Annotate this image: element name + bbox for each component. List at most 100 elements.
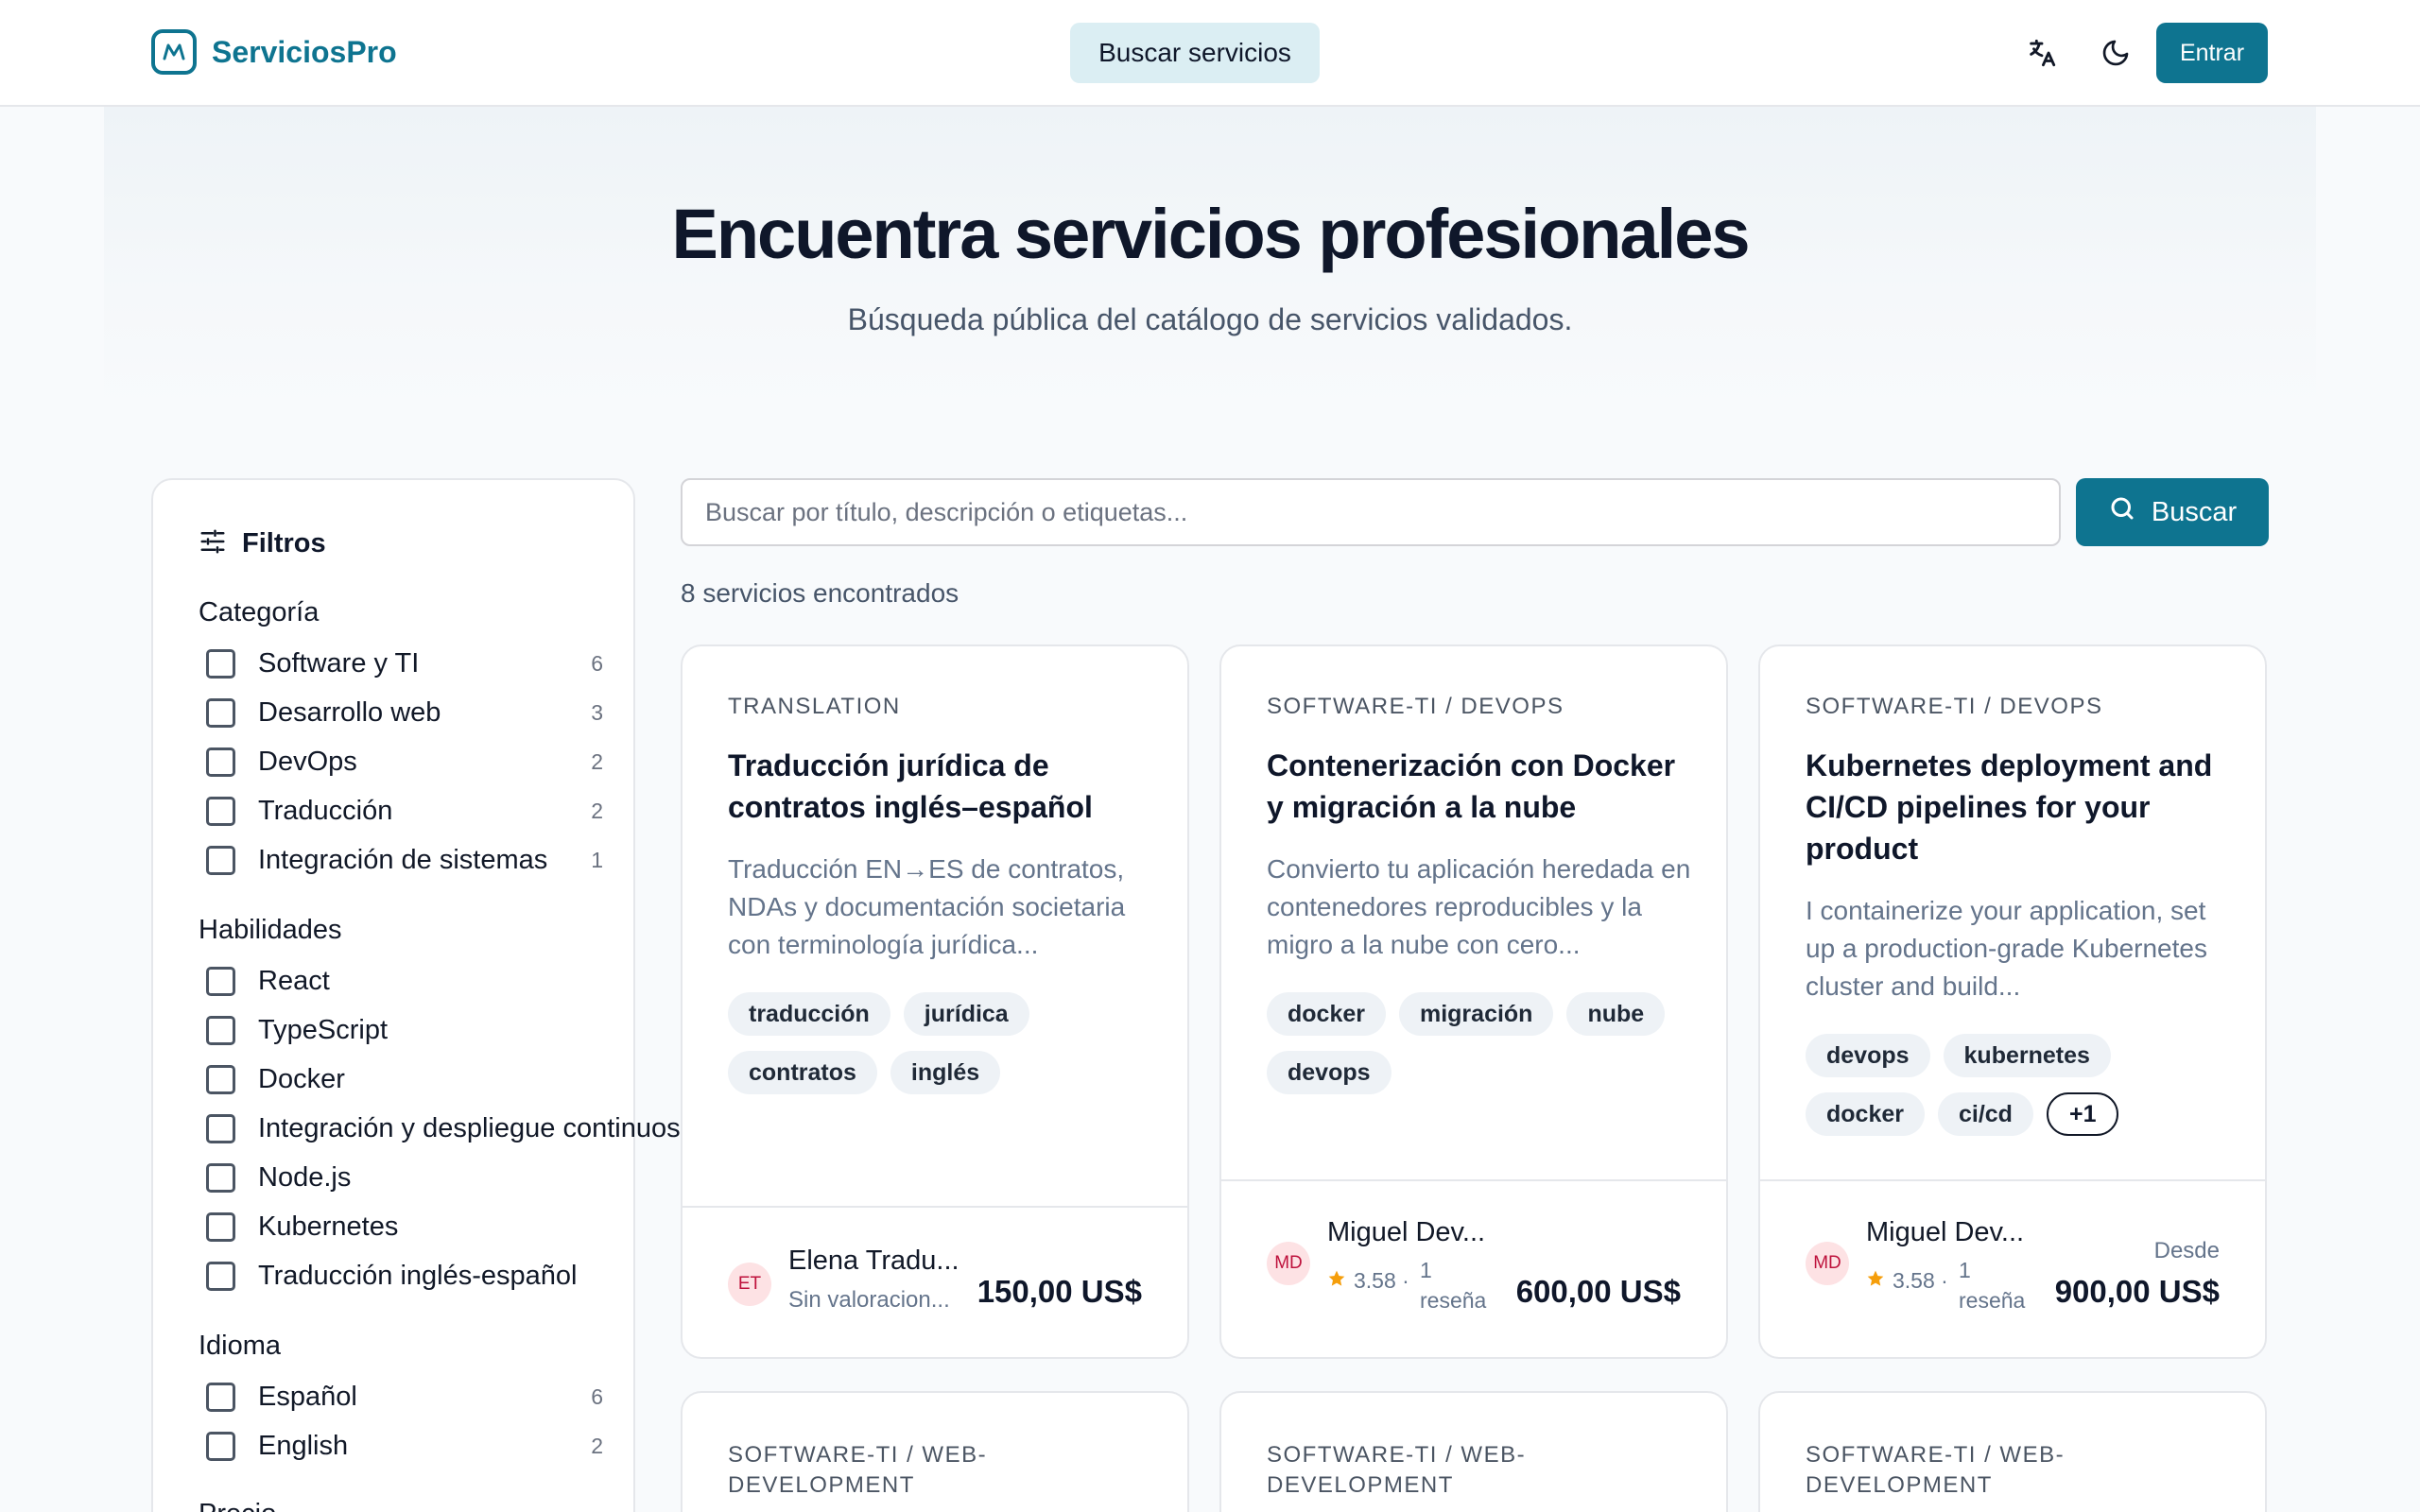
top-header: ServiciosPro Buscar servicios Entrar [0,0,2420,107]
results-count: 8 servicios encontrados [681,578,959,608]
tag: inglés [890,1051,1001,1094]
price-prefix: Desde [2153,1238,2220,1263]
nav-search-services-button[interactable]: Buscar servicios [1070,23,1320,83]
category-option-web[interactable]: Desarrollo web 3 [206,694,603,731]
tag: migración [1398,992,1554,1036]
card-category: SOFTWARE-TI / DEVOPS [1806,694,2103,719]
star-icon [1866,1268,1885,1294]
provider-name[interactable]: Elena Tradu... [788,1246,959,1277]
tag: docker [1806,1092,1925,1136]
service-card[interactable]: SOFTWARE-TI / DEVOPS Kubernetes deployme… [1758,644,2267,1359]
tag: kubernetes [1943,1034,2111,1077]
card-footer: ET Elena Tradu... Sin valoracion... 150,… [683,1206,1187,1357]
translate-icon[interactable] [2019,30,2065,76]
card-tags: traducción jurídica contratos inglés [728,992,1163,1094]
hero-title: Encuentra servicios profesionales [671,195,1750,273]
checkbox[interactable] [206,845,235,875]
language-option-es[interactable]: Español 6 [206,1378,603,1416]
checkbox[interactable] [206,966,235,996]
tag: ci/cd [1937,1092,2033,1136]
tag: contratos [728,1051,877,1094]
sliders-icon [199,527,227,560]
provider-rating: 3.58 · [1866,1268,1948,1294]
checkbox[interactable] [206,747,235,777]
provider-name[interactable]: Miguel Dev... [1327,1217,1485,1248]
card-category: TRANSLATION [728,694,901,719]
category-filter-title: Categoría [199,597,320,627]
card-category: SOFTWARE-TI / DEVOPS [1267,694,1564,719]
language-filter-title: Idioma [199,1331,282,1361]
skill-option-docker[interactable]: Docker [206,1060,603,1098]
more-tags-badge[interactable]: +1 [2046,1092,2119,1136]
search-button-label: Buscar [2151,496,2238,527]
checkbox[interactable] [206,796,235,826]
price-filter-title: Precio [199,1499,276,1512]
service-card[interactable]: SOFTWARE-TI / DEVOPS Contenerización con… [1219,644,1728,1359]
tag: traducción [728,992,890,1036]
filters-header: Filtros [199,527,326,560]
provider-name[interactable]: Miguel Dev... [1866,1217,2024,1248]
checkbox[interactable] [206,1162,235,1193]
search-button[interactable]: Buscar [2076,478,2269,546]
card-tags: docker migración nube devops [1267,992,1702,1094]
skill-option-nodejs[interactable]: Node.js [206,1159,603,1196]
skill-option-cicd[interactable]: Integración y despliegue continuos [206,1109,681,1147]
brand-logo[interactable]: ServiciosPro [151,29,397,75]
card-category: SOFTWARE-TI / WEB-DEVELOPMENT [728,1442,988,1498]
card-title[interactable]: Contenerización con Docker y migración a… [1267,745,1692,828]
skill-option-react[interactable]: React [206,962,603,1000]
avatar: MD [1267,1242,1310,1285]
card-price: 900,00 US$ [2054,1274,2220,1309]
card-category: SOFTWARE-TI / WEB-DEVELOPMENT [1806,1442,2066,1498]
card-price: 150,00 US$ [977,1274,1142,1309]
search-input[interactable] [681,478,2061,546]
checkbox[interactable] [206,1211,235,1242]
card-title[interactable]: Kubernetes deployment and CI/CD pipeline… [1806,745,2231,869]
moon-icon[interactable] [2093,30,2138,76]
category-option-translation[interactable]: Traducción 2 [206,792,603,830]
checkbox[interactable] [206,1064,235,1094]
tag: jurídica [903,992,1029,1036]
checkbox[interactable] [206,1261,235,1291]
category-option-software[interactable]: Software y TI 6 [206,644,603,682]
tag: docker [1267,992,1386,1036]
service-card[interactable]: SOFTWARE-TI / WEB-DEVELOPMENT [681,1391,1189,1512]
service-card[interactable]: SOFTWARE-TI / WEB-DEVELOPMENT [1219,1391,1728,1512]
card-description: Traducción EN→ES de contratos, NDAs y do… [728,854,1126,959]
card-tags: devops kubernetes docker ci/cd +1 [1806,1034,2240,1136]
card-title[interactable]: Traducción jurídica de contratos inglés–… [728,745,1153,828]
card-footer: MD Miguel Dev... 3.58 · 1 reseña Desde 9… [1760,1179,2265,1357]
brand-name: ServiciosPro [212,34,397,69]
category-option-devops[interactable]: DevOps 2 [206,743,603,781]
tag: devops [1806,1034,1930,1077]
checkbox[interactable] [206,1113,235,1143]
service-card[interactable]: TRANSLATION Traducción jurídica de contr… [681,644,1189,1359]
checkbox[interactable] [206,648,235,679]
service-card[interactable]: SOFTWARE-TI / WEB-DEVELOPMENT [1758,1391,2267,1512]
card-price: 600,00 US$ [1515,1274,1681,1309]
language-option-en[interactable]: English 2 [206,1427,603,1465]
review-count: 1 reseña [1420,1258,1487,1313]
avatar: MD [1806,1242,1849,1285]
provider-rating: 3.58 · [1327,1268,1409,1294]
card-description: Convierto tu aplicación heredada en cont… [1267,854,1691,959]
filters-panel: Filtros Categoría Software y TI 6 Desarro… [151,478,681,1512]
category-option-integration[interactable]: Integración de sistemas 1 [206,841,603,879]
skills-filter-title: Habilidades [199,915,342,945]
login-button[interactable]: Entrar [2156,23,2268,83]
filters-title: Filtros [242,528,326,558]
search-icon [2108,494,2136,530]
skill-option-kubernetes[interactable]: Kubernetes [206,1208,603,1246]
skill-option-typescript[interactable]: TypeScript [206,1011,603,1049]
avatar: ET [728,1263,771,1306]
provider-rating: Sin valoracion... [788,1287,950,1313]
checkbox[interactable] [206,1015,235,1045]
tag: devops [1267,1051,1392,1094]
checkbox[interactable] [206,1382,235,1412]
skill-option-translation-en-es[interactable]: Traducción inglés-español [206,1257,603,1295]
brand-mark-icon [151,29,197,75]
card-category: SOFTWARE-TI / WEB-DEVELOPMENT [1267,1442,1527,1498]
checkbox[interactable] [206,697,235,728]
checkbox[interactable] [206,1431,235,1461]
hero-subtitle: Búsqueda pública del catálogo de servici… [847,302,1573,336]
